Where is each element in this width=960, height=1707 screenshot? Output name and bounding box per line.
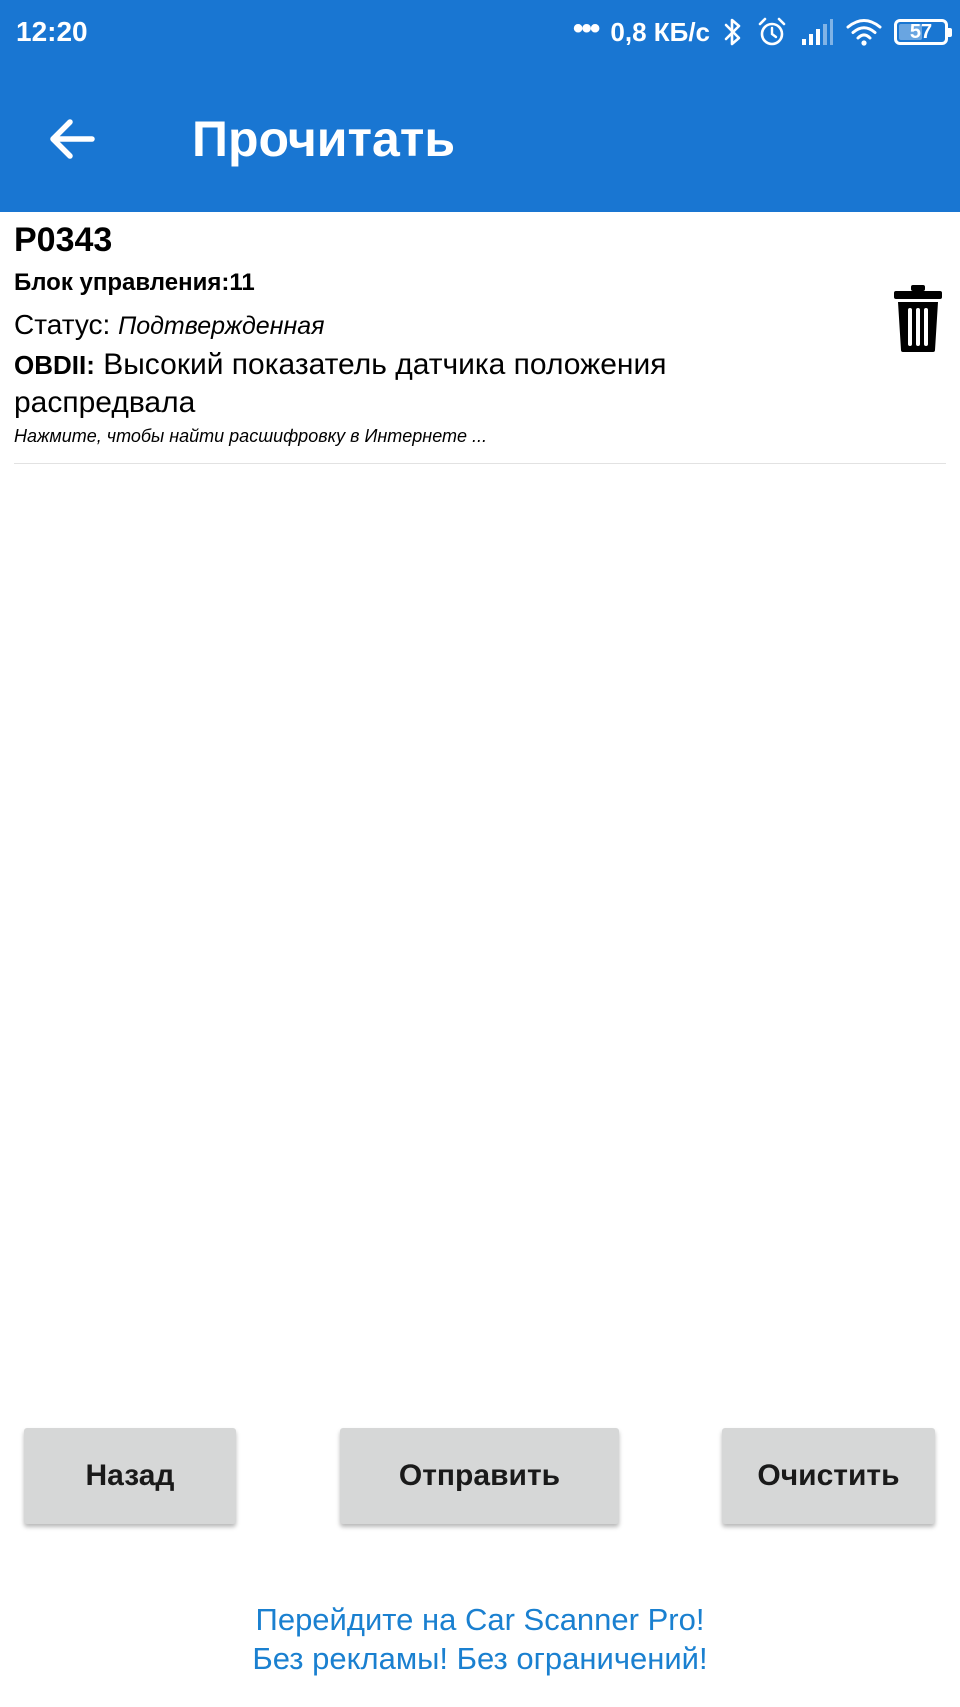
signal-icon	[802, 19, 833, 45]
app-bar: Прочитать	[0, 66, 960, 212]
send-button[interactable]: Отправить	[340, 1428, 619, 1524]
wifi-icon	[846, 19, 882, 46]
battery-level: 57	[909, 20, 933, 43]
trash-icon[interactable]	[890, 282, 946, 354]
dtc-status: Статус: Подтвержденная	[14, 308, 324, 343]
bluetooth-icon	[724, 18, 741, 46]
clear-button[interactable]: Очистить	[722, 1428, 935, 1524]
dtc-control-block: Блок управления:11	[14, 269, 255, 296]
status-indicators: ••• 0,8 КБ/с 57	[572, 12, 952, 52]
dtc-code: P0343	[14, 221, 113, 259]
dtc-status-value: Подтвержденная	[118, 312, 325, 340]
dtc-search-hint: Нажмите, чтобы найти расшифровку в Интер…	[14, 426, 488, 446]
network-speed: 0,8 КБ/с	[610, 17, 710, 47]
page-title: Прочитать	[192, 111, 456, 167]
pro-promo-link[interactable]: Перейдите на Car Scanner Pro! Без реклам…	[0, 1600, 960, 1678]
status-bar: 12:20 ••• 0,8 КБ/с 57	[0, 0, 960, 66]
alarm-icon	[758, 17, 786, 46]
more-notifications-icon: •••	[572, 12, 600, 45]
status-time: 12:20	[16, 16, 88, 47]
arrow-left-icon[interactable]	[44, 110, 102, 168]
screen: 12:20 ••• 0,8 КБ/с 57 Прочитать P0343 Бл…	[0, 0, 960, 1707]
promo-line-2: Без рекламы! Без ограничений!	[252, 1641, 708, 1676]
dtc-description-prefix: OBDII:	[14, 350, 95, 380]
back-button[interactable]: Назад	[24, 1428, 236, 1524]
battery-icon: 57	[894, 19, 952, 45]
dtc-list-item[interactable]: P0343 Блок управления:11 Статус: Подтвер…	[14, 212, 946, 464]
dtc-status-label: Статус:	[14, 309, 111, 340]
dtc-description: OBDII: Высокий показатель датчика положе…	[14, 346, 774, 422]
promo-line-1: Перейдите на Car Scanner Pro!	[255, 1602, 705, 1637]
dtc-description-text: Высокий показатель датчика положения рас…	[14, 348, 667, 419]
